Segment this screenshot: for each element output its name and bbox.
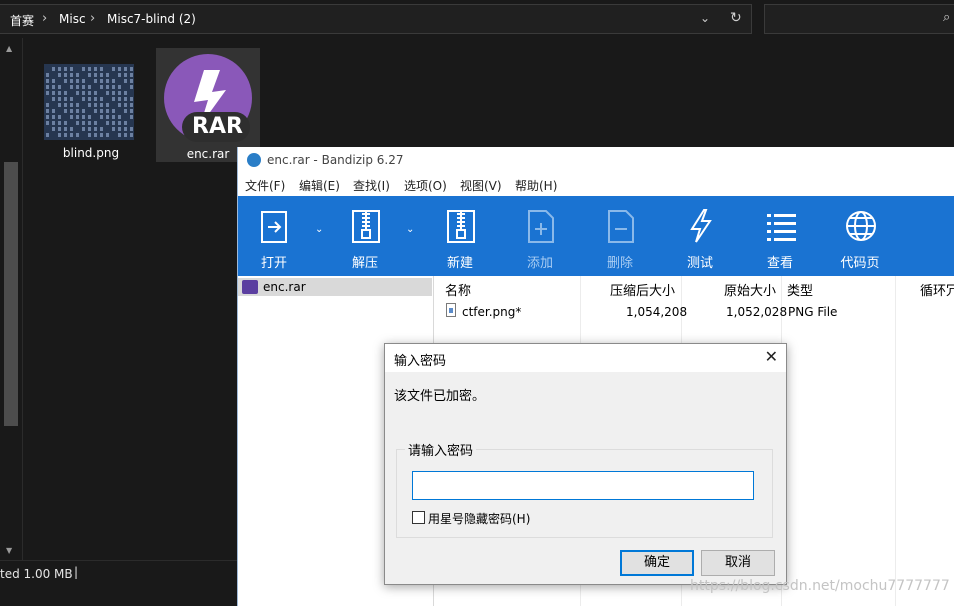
window-title: enc.rar - Bandizip 6.27 xyxy=(267,153,404,167)
add-button[interactable]: 添加 xyxy=(505,196,575,276)
password-group-label: 请输入密码 xyxy=(405,440,477,459)
password-input[interactable] xyxy=(412,471,754,500)
test-button[interactable]: 测试 xyxy=(665,196,735,276)
add-icon xyxy=(528,210,554,243)
menu-help[interactable]: 帮助(H) xyxy=(515,177,557,194)
test-icon xyxy=(690,209,712,243)
open-label: 打开 xyxy=(260,256,287,271)
bandizip-app-icon xyxy=(247,153,261,167)
hide-password-label[interactable]: 用星号隐藏密码(H) xyxy=(428,510,530,527)
column-header-packed[interactable]: 压缩后大小 xyxy=(610,280,675,299)
delete-label: 删除 xyxy=(606,256,633,271)
rar-archive-icon xyxy=(242,280,258,294)
file-name: blind.png xyxy=(62,146,120,160)
new-archive-label: 新建 xyxy=(446,256,473,271)
scrollbar-thumb[interactable] xyxy=(4,162,18,426)
file-item-enc-rar[interactable]: RAR enc.rar xyxy=(156,48,260,162)
column-header-name[interactable]: 名称 xyxy=(445,280,471,299)
password-dialog: 输入密码 ✕ 该文件已加密。 请输入密码 用星号隐藏密码(H) 确定 取消 xyxy=(384,343,787,585)
column-divider xyxy=(895,276,896,606)
toolbar: 打开 ⌄ 解压 ⌄ 新建 添加 删除 测试 查看 代码页 xyxy=(238,196,954,276)
ok-button[interactable]: 确定 xyxy=(620,550,694,576)
view-icon xyxy=(767,214,796,241)
chevron-down-icon[interactable]: ⌄ xyxy=(700,11,710,25)
file-item-blind[interactable]: blind.png xyxy=(40,48,142,160)
dialog-title: 输入密码 xyxy=(394,354,447,369)
extract-button[interactable]: 解压 xyxy=(330,196,400,276)
search-icon[interactable]: ⌕ xyxy=(943,10,950,25)
scroll-up-icon[interactable]: ▲ xyxy=(6,44,12,53)
open-button[interactable]: 打开 xyxy=(239,196,309,276)
address-box[interactable]: 首赛 › Misc › Misc7-blind (2) ⌄ ↻ xyxy=(0,4,752,34)
delete-icon xyxy=(608,210,634,243)
column-header-size[interactable]: 原始大小 xyxy=(724,280,776,299)
breadcrumb-item[interactable]: Misc xyxy=(59,12,86,26)
hide-password-checkbox[interactable] xyxy=(412,511,425,524)
row-name[interactable]: ctfer.png* xyxy=(462,305,521,319)
refresh-icon[interactable]: ↻ xyxy=(730,10,742,26)
test-label: 测试 xyxy=(686,256,713,271)
breadcrumb-separator: › xyxy=(90,11,96,26)
extract-label: 解压 xyxy=(351,256,378,271)
scroll-down-icon[interactable]: ▼ xyxy=(6,546,12,555)
globe-icon xyxy=(846,211,876,241)
close-icon[interactable]: ✕ xyxy=(765,347,778,366)
search-box[interactable]: ⌕ xyxy=(764,4,954,34)
image-thumbnail-icon xyxy=(44,64,134,140)
codepage-button[interactable]: 代码页 xyxy=(825,196,895,276)
chevron-down-icon[interactable]: ⌄ xyxy=(315,224,323,235)
status-separator: | xyxy=(74,565,79,579)
breadcrumb-item[interactable]: Misc7-blind (2) xyxy=(107,12,196,26)
extract-icon xyxy=(352,210,380,243)
menu-edit[interactable]: 编辑(E) xyxy=(299,177,340,194)
open-icon xyxy=(261,211,287,243)
pane-divider xyxy=(22,38,23,560)
view-button[interactable]: 查看 xyxy=(745,196,815,276)
menu-view[interactable]: 视图(V) xyxy=(460,177,502,194)
status-text: ted 1.00 MB xyxy=(0,567,73,581)
navigation-pane: ▲ ▼ xyxy=(0,38,22,560)
chevron-down-icon[interactable]: ⌄ xyxy=(406,224,414,235)
menu-find[interactable]: 查找(I) xyxy=(353,177,390,194)
codepage-label: 代码页 xyxy=(840,256,880,271)
encrypted-message: 该文件已加密。 xyxy=(394,389,486,404)
delete-button[interactable]: 删除 xyxy=(585,196,655,276)
menu-options[interactable]: 选项(O) xyxy=(404,177,447,194)
explorer-address-bar: 首赛 › Misc › Misc7-blind (2) ⌄ ↻ ⌕ xyxy=(0,0,954,38)
new-archive-icon xyxy=(447,210,475,243)
add-label: 添加 xyxy=(526,256,553,271)
tree-item-enc-rar[interactable]: enc.rar xyxy=(238,278,432,296)
menu-file[interactable]: 文件(F) xyxy=(245,177,285,194)
breadcrumb-separator: › xyxy=(42,11,48,26)
new-archive-button[interactable]: 新建 xyxy=(425,196,495,276)
rar-badge: RAR xyxy=(192,114,243,139)
column-header-type[interactable]: 类型 xyxy=(787,280,813,299)
tree-item-label: enc.rar xyxy=(263,280,306,294)
row-original-size: 1,052,028 xyxy=(726,305,788,319)
title-bar[interactable]: enc.rar - Bandizip 6.27 xyxy=(238,147,954,174)
view-label: 查看 xyxy=(766,256,793,271)
cancel-button[interactable]: 取消 xyxy=(701,550,775,576)
menu-bar: 文件(F) 编辑(E) 查找(I) 选项(O) 视图(V) 帮助(H) xyxy=(238,174,954,196)
column-header-crc[interactable]: 循环冗 xyxy=(920,280,954,299)
dialog-title-bar[interactable]: 输入密码 ✕ xyxy=(385,344,786,372)
watermark: https://blog.csdn.net/mochu7777777 xyxy=(690,578,950,594)
row-packed-size: 1,054,208 xyxy=(626,305,688,319)
row-type: PNG File xyxy=(788,305,838,319)
breadcrumb-item[interactable]: 首赛 xyxy=(10,12,34,29)
png-file-icon xyxy=(446,303,456,317)
status-bar: ted 1.00 MB | xyxy=(0,560,238,588)
